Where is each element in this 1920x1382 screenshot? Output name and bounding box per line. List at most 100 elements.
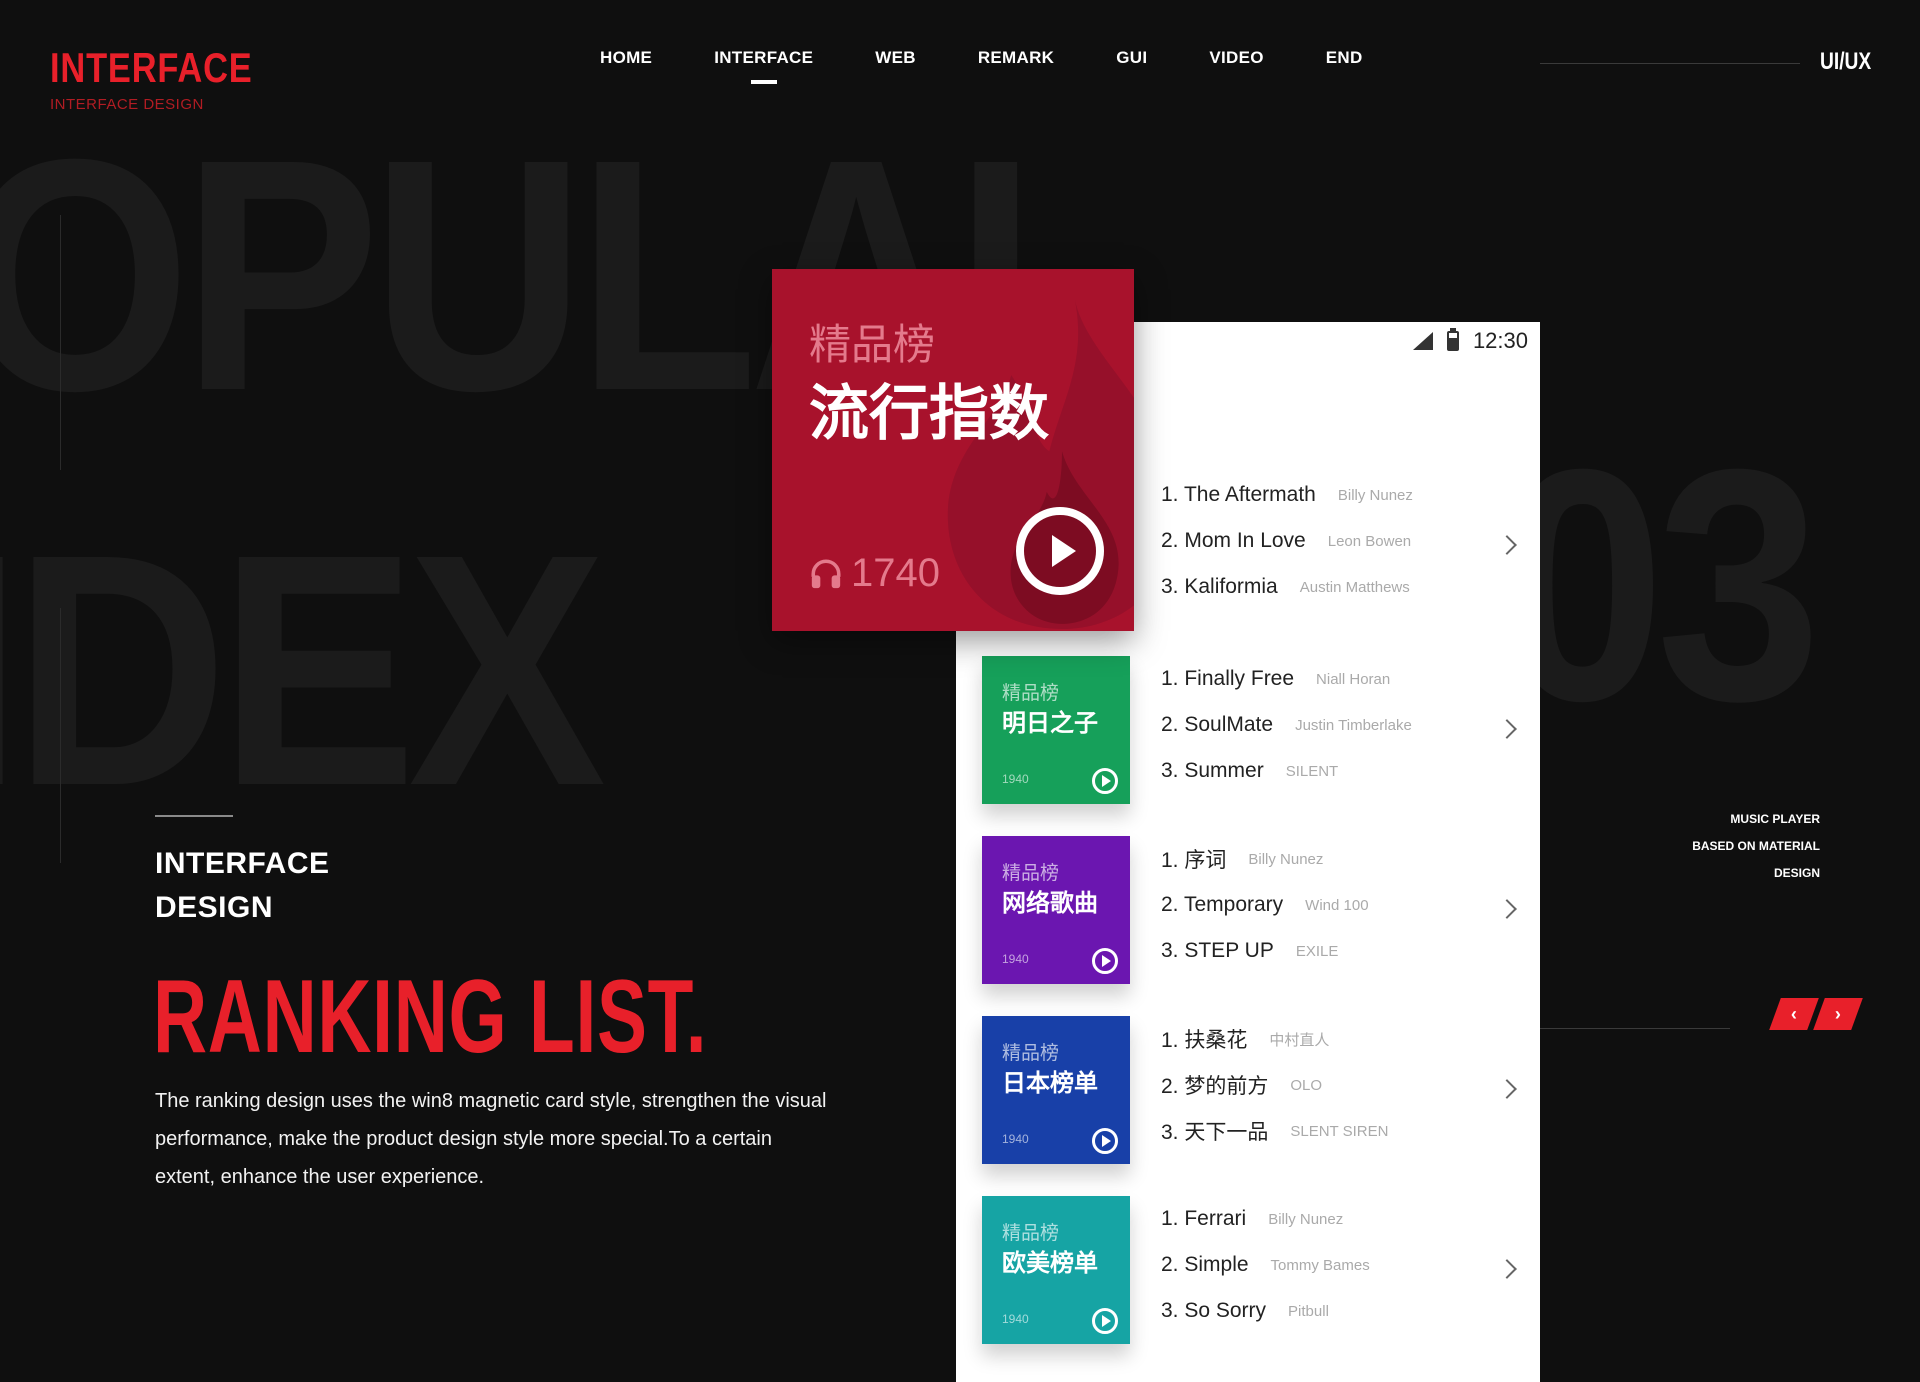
uiux-badge: UI/UX (1820, 48, 1872, 75)
song-list: 1. The Aftermath Billy Nunez 2. Mom In Lo… (1161, 472, 1491, 610)
list-item[interactable]: 1. Ferrari Billy Nunez (1161, 1196, 1491, 1242)
song-list: 1. Ferrari Billy Nunez 2. Simple Tommy Bam… (1161, 1196, 1491, 1334)
song-title: 1. Finally Free (1161, 667, 1295, 690)
background-word-bottom: IDEX (0, 485, 606, 854)
featured-play-count: 1740 (809, 551, 940, 596)
song-artist: Wind 100 (1305, 896, 1369, 914)
list-item[interactable]: 3. STEP UP EXILE (1161, 928, 1491, 974)
card-play-count: 1940 (1002, 772, 1029, 786)
side-info-line1: MUSIC PLAYER (1730, 812, 1820, 826)
song-artist: Austin Matthews (1299, 578, 1410, 596)
prev-button[interactable]: ‹ (1769, 998, 1819, 1030)
list-item[interactable]: 3. 天下一品 SLENT SIREN (1161, 1108, 1491, 1154)
play-icon[interactable] (1092, 768, 1118, 794)
intro-description: The ranking design uses the win8 magneti… (155, 1090, 827, 1188)
song-artist: Leon Bowen (1327, 532, 1412, 550)
list-item[interactable]: 1. 扶桑花 中村直人 (1161, 1016, 1491, 1062)
song-title: 3. Kaliformia (1161, 575, 1278, 598)
play-icon[interactable] (1092, 948, 1118, 974)
song-title: 2. Simple (1161, 1253, 1249, 1276)
song-artist: EXILE (1295, 942, 1339, 960)
signal-icon (1412, 332, 1433, 350)
nav-interface[interactable]: INTERFACE (714, 48, 813, 84)
list-item[interactable]: 2. Mom In Love Leon Bowen (1161, 518, 1491, 564)
logo[interactable]: INTERFACE INTERFACE DESIGN (50, 44, 297, 113)
ranking-row[interactable]: 精品榜 日本榜单 1940 1. 扶桑花 中村直人 2. 梦的前方 OLO 3. 天… (956, 1016, 1540, 1166)
ranking-row[interactable]: 精品榜 网络歌曲 1940 1. 序词 Billy Nunez 2. Tempor… (956, 836, 1540, 986)
list-item[interactable]: 3. Summer SILENT (1161, 748, 1491, 794)
list-item[interactable]: 1. The Aftermath Billy Nunez (1161, 472, 1491, 518)
chevron-right-icon[interactable] (1497, 535, 1517, 555)
chevron-right-icon[interactable] (1497, 1259, 1517, 1279)
list-item[interactable]: 3. So Sorry Pitbull (1161, 1288, 1491, 1334)
chevron-right-icon[interactable] (1497, 899, 1517, 919)
featured-title: 流行指数 (809, 380, 1049, 447)
featured-count-value: 1740 (851, 551, 940, 595)
song-artist: Niall Horan (1316, 670, 1391, 688)
chevron-right-icon: › (1835, 1003, 1841, 1024)
nav-home[interactable]: HOME (600, 48, 652, 68)
card-category: 精品榜 (1002, 1223, 1060, 1244)
play-icon[interactable] (1092, 1128, 1118, 1154)
card-category: 精品榜 (1002, 683, 1060, 704)
chevron-left-icon: ‹ (1791, 1003, 1797, 1024)
song-title: 2. Temporary (1161, 893, 1284, 916)
song-artist: Justin Timberlake (1295, 716, 1412, 734)
pager: ‹ › (1769, 998, 1863, 1030)
list-item[interactable]: 1. 序词 Billy Nunez (1161, 836, 1491, 882)
ranking-row[interactable]: 精品榜 欧美榜单 1940 1. Ferrari Billy Nunez 2. S… (956, 1196, 1540, 1346)
song-artist: Tommy Bames (1270, 1256, 1370, 1274)
nav-video[interactable]: VIDEO (1209, 48, 1263, 68)
nav-remark[interactable]: REMARK (978, 48, 1054, 68)
status-time: 12:30 (1472, 328, 1528, 353)
list-item[interactable]: 2. 梦的前方 OLO (1161, 1062, 1491, 1108)
nav-gui[interactable]: GUI (1116, 48, 1147, 68)
song-artist: OLO (1290, 1076, 1323, 1094)
song-list: 1. 序词 Billy Nunez 2. Temporary Wind 100 3.… (1161, 836, 1491, 974)
song-title: 3. So Sorry (1161, 1299, 1267, 1322)
list-item[interactable]: 3. Kaliformia Austin Matthews (1161, 564, 1491, 610)
card-play-count: 1940 (1002, 1312, 1029, 1326)
logo-sub: INTERFACE DESIGN (50, 96, 204, 113)
card-title: 日本榜单 (1002, 1070, 1098, 1097)
play-button[interactable] (1016, 507, 1104, 595)
play-icon[interactable] (1092, 1308, 1118, 1334)
list-item[interactable]: 2. SoulMate Justin Timberlake (1161, 702, 1491, 748)
song-list: 1. 扶桑花 中村直人 2. 梦的前方 OLO 3. 天下一品 SLENT SIREN (1161, 1016, 1491, 1154)
main-nav: HOME INTERFACE WEB REMARK GUI VIDEO END (600, 48, 1425, 84)
card-play-count: 1940 (1002, 1132, 1029, 1146)
song-title: 2. 梦的前方 (1161, 1075, 1269, 1098)
side-info-line3: DESIGN (1773, 866, 1820, 880)
background-number: 03 (1500, 400, 1821, 769)
song-artist: Billy Nunez (1268, 1210, 1344, 1228)
decor-line-upper (60, 215, 61, 470)
card-title: 网络歌曲 (1002, 890, 1098, 917)
song-list: 1. Finally Free Niall Horan 2. SoulMate Ju… (1161, 656, 1491, 794)
card-category: 精品榜 (1002, 1043, 1060, 1064)
song-title: 2. Mom In Love (1161, 529, 1306, 552)
ranking-row[interactable]: 精品榜 明日之子 1940 1. Finally Free Niall Horan… (956, 656, 1540, 806)
list-item[interactable]: 2. Temporary Wind 100 (1161, 882, 1491, 928)
chevron-right-icon[interactable] (1497, 719, 1517, 739)
nav-web[interactable]: WEB (875, 48, 916, 68)
side-info-line2: BASED ON MATERIAL (1692, 839, 1820, 853)
headphones-icon (811, 558, 841, 588)
intro-subtitle-line1: INTERFACE (155, 847, 330, 880)
card-title: 明日之子 (1002, 710, 1098, 737)
song-title: 2. SoulMate (1161, 713, 1274, 736)
nav-end[interactable]: END (1326, 48, 1363, 68)
song-title: 3. STEP UP (1161, 939, 1274, 962)
chart-card[interactable]: 精品榜 明日之子 1940 (982, 656, 1130, 804)
chevron-right-icon[interactable] (1497, 1079, 1517, 1099)
chart-card[interactable]: 精品榜 网络歌曲 1940 (982, 836, 1130, 984)
status-bar: 12:30 (1412, 328, 1528, 354)
song-artist: Billy Nunez (1337, 486, 1413, 504)
chart-card[interactable]: 精品榜 日本榜单 1940 (982, 1016, 1130, 1164)
list-item[interactable]: 1. Finally Free Niall Horan (1161, 656, 1491, 702)
chart-card[interactable]: 精品榜 欧美榜单 1940 (982, 1196, 1130, 1344)
next-button[interactable]: › (1813, 998, 1863, 1030)
intro-subtitle: INTERFACE DESIGN (155, 842, 330, 930)
featured-chart-card[interactable]: 精品榜 流行指数 1740 (772, 269, 1134, 631)
list-item[interactable]: 2. Simple Tommy Bames (1161, 1242, 1491, 1288)
header-divider (1540, 63, 1800, 64)
